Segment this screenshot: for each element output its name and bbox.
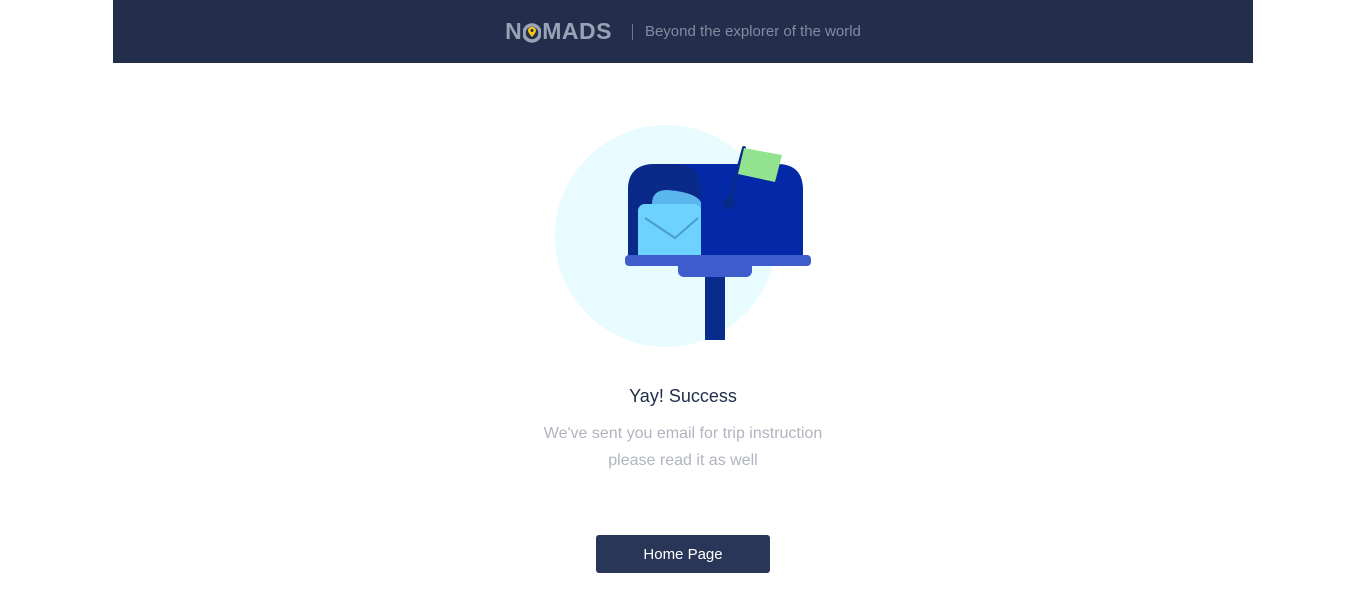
success-title: Yay! Success xyxy=(629,386,737,406)
top-header: N MADS Beyond the explorer of the world xyxy=(113,0,1253,63)
logo-letters-mads: MADS xyxy=(542,18,612,44)
message-line-2: please read it as well xyxy=(608,452,758,469)
nomads-logo[interactable]: N MADS xyxy=(505,18,612,45)
mailbox-illustration xyxy=(555,118,815,350)
success-message: We've sent you email for trip instructio… xyxy=(0,420,1366,474)
tagline: Beyond the explorer of the world xyxy=(644,23,861,40)
home-page-button[interactable]: Home Page xyxy=(596,535,770,573)
logo-letter-n: N xyxy=(505,18,523,44)
map-pin-icon xyxy=(522,22,542,43)
brand: N MADS Beyond the explorer of the world xyxy=(505,18,861,45)
message-line-1: We've sent you email for trip instructio… xyxy=(543,425,823,442)
header-divider xyxy=(631,23,633,40)
